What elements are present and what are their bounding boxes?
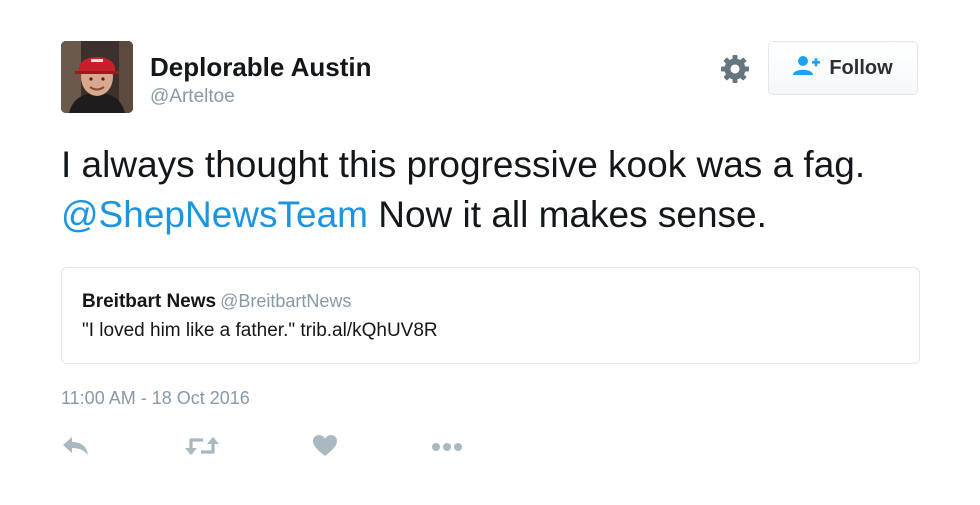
- author-handle[interactable]: @Arteltoe: [150, 86, 235, 108]
- quoted-tweet-header: Breitbart News @BreitbartNews: [82, 291, 351, 313]
- quoted-tweet[interactable]: Breitbart News @BreitbartNews "I loved hi…: [61, 267, 920, 364]
- follow-button-label: Follow: [829, 56, 893, 79]
- like-button[interactable]: [312, 432, 338, 464]
- like-icon: [312, 434, 338, 463]
- reply-icon: [61, 434, 91, 463]
- mention-link[interactable]: @ShepNewsTeam: [61, 194, 368, 235]
- quoted-tweet-handle: @BreitbartNews: [220, 291, 352, 311]
- reply-button[interactable]: [61, 432, 91, 464]
- retweet-icon: [184, 434, 220, 463]
- avatar[interactable]: [61, 41, 133, 113]
- tweet-text-before: I always thought this progressive kook w…: [61, 144, 866, 185]
- more-icon: [431, 439, 463, 457]
- add-user-icon: [793, 55, 821, 82]
- tweet-text-after: Now it all makes sense.: [367, 194, 767, 235]
- author-display-name[interactable]: Deplorable Austin: [150, 52, 372, 83]
- tweet-text: I always thought this progressive kook w…: [61, 140, 921, 240]
- follow-button[interactable]: Follow: [768, 41, 918, 95]
- tweet-card: Deplorable Austin @Arteltoe Follow I alw…: [0, 0, 980, 505]
- more-button[interactable]: [431, 432, 463, 464]
- tweet-timestamp[interactable]: 11:00 AM - 18 Oct 2016: [61, 388, 250, 409]
- quoted-tweet-name: Breitbart News: [82, 291, 217, 312]
- avatar-photo: [61, 41, 133, 113]
- gear-icon[interactable]: [720, 54, 750, 84]
- retweet-button[interactable]: [184, 432, 220, 464]
- quoted-tweet-text: "I loved him like a father." trib.al/kQh…: [82, 320, 438, 341]
